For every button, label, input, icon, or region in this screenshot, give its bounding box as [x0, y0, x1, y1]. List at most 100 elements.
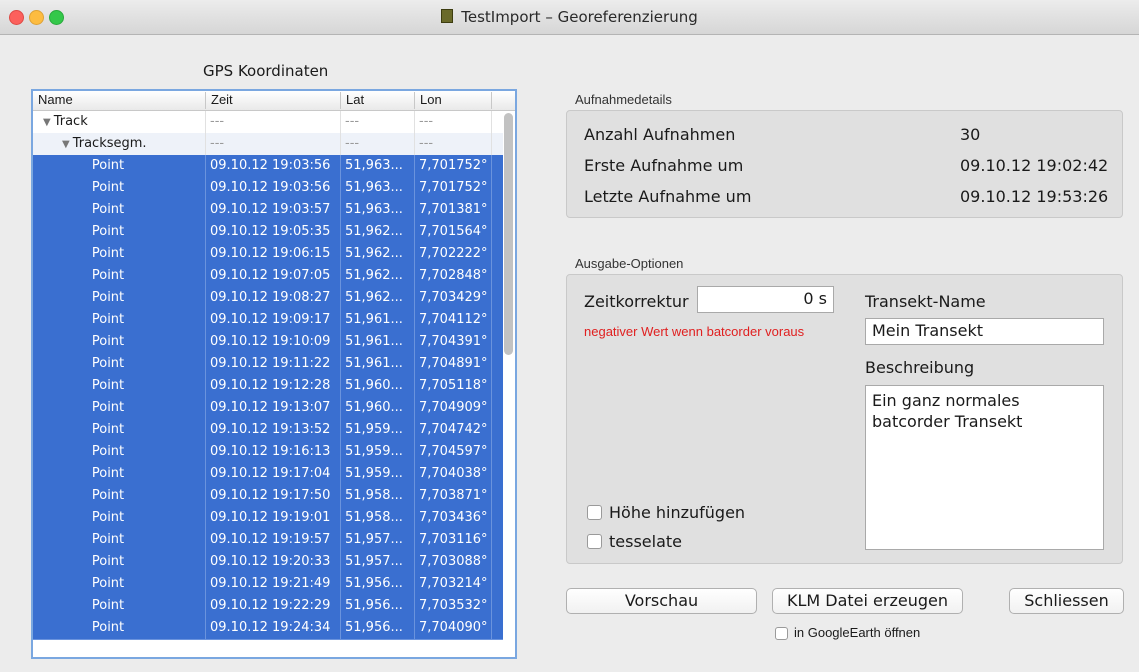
hoehe-checkbox[interactable] [587, 505, 602, 520]
table-row[interactable]: Point 09.10.12 19:24:34 51,956... 7,704090° [33, 617, 503, 640]
zeitkorrektur-input[interactable]: 0 s [697, 286, 834, 313]
table-row[interactable]: Point 09.10.12 19:22:29 51,956... 7,703532° [33, 595, 503, 618]
point-lon-cell: 7,701752° [415, 177, 492, 199]
point-zeit-cell: 09.10.12 19:10:09 [206, 331, 341, 353]
table-row[interactable]: Point 09.10.12 19:16:13 51,959... 7,704597° [33, 441, 503, 464]
table-row[interactable]: Point 09.10.12 19:17:50 51,958... 7,703871° [33, 485, 503, 508]
count-value: 30 [960, 125, 981, 144]
table-row[interactable]: Point 09.10.12 19:11:22 51,961... 7,704891° [33, 353, 503, 376]
column-header-lat[interactable]: Lat [341, 92, 415, 109]
point-lon-cell: 7,703116° [415, 529, 492, 551]
point-name-cell: Point [33, 463, 206, 485]
point-lon-cell: 7,704909° [415, 397, 492, 419]
point-lon-cell: 7,705118° [415, 375, 492, 397]
point-name-cell: Point [33, 265, 206, 287]
window-titlebar: TestImport – Georeferenzierung [0, 0, 1139, 35]
track-zeit-cell: --- [206, 111, 341, 133]
point-zeit-cell: 09.10.12 19:24:34 [206, 617, 341, 639]
segment-name-cell: ▼ Tracksegm. [33, 133, 206, 155]
track-name-text: Track [53, 114, 88, 129]
point-lat-cell: 51,959... [341, 441, 415, 463]
point-name-cell: Point [33, 353, 206, 375]
point-zeit-cell: 09.10.12 19:13:07 [206, 397, 341, 419]
point-lat-cell: 51,961... [341, 353, 415, 375]
point-lon-cell: 7,701564° [415, 221, 492, 243]
options-group-label: Ausgabe-Optionen [575, 256, 684, 271]
table-row[interactable]: Point 09.10.12 19:03:56 51,963... 7,701752° [33, 177, 503, 200]
beschreibung-textarea[interactable]: Ein ganz normales batcorder Transekt [865, 385, 1104, 550]
vorschau-button[interactable]: Vorschau [566, 588, 757, 614]
column-header-lon[interactable]: Lon [415, 92, 492, 109]
googleearth-checkbox[interactable] [775, 627, 788, 640]
table-row[interactable]: Point 09.10.12 19:17:04 51,959... 7,704038° [33, 463, 503, 486]
segment-zeit-cell: --- [206, 133, 341, 155]
point-zeit-cell: 09.10.12 19:03:56 [206, 155, 341, 177]
table-row[interactable]: Point 09.10.12 19:19:57 51,957... 7,703116° [33, 529, 503, 552]
beschreibung-label: Beschreibung [865, 358, 975, 377]
table-row[interactable]: Point 09.10.12 19:21:49 51,956... 7,703214° [33, 573, 503, 596]
table-row[interactable]: Point 09.10.12 19:20:33 51,957... 7,703088° [33, 551, 503, 574]
point-lon-cell: 7,704391° [415, 331, 492, 353]
point-name-cell: Point [33, 375, 206, 397]
point-lon-cell: 7,702848° [415, 265, 492, 287]
point-zeit-cell: 09.10.12 19:21:49 [206, 573, 341, 595]
point-name-cell: Point [33, 551, 206, 573]
point-zeit-cell: 09.10.12 19:06:15 [206, 243, 341, 265]
point-lat-cell: 51,962... [341, 265, 415, 287]
point-lat-cell: 51,956... [341, 573, 415, 595]
first-recording-label: Erste Aufnahme um [584, 156, 744, 175]
window-title-text: TestImport – Georeferenzierung [461, 8, 698, 26]
point-zeit-cell: 09.10.12 19:03:57 [206, 199, 341, 221]
klm-erzeugen-button[interactable]: KLM Datei erzeugen [772, 588, 963, 614]
disclosure-triangle-icon[interactable]: ▼ [43, 117, 51, 128]
table-row[interactable]: Point 09.10.12 19:05:35 51,962... 7,701564° [33, 221, 503, 244]
tesselate-checkbox[interactable] [587, 534, 602, 549]
table-scrollbar[interactable] [504, 113, 513, 355]
segment-lon-cell: --- [415, 133, 492, 155]
point-name-cell: Point [33, 331, 206, 353]
window-title: TestImport – Georeferenzierung [0, 8, 1139, 26]
table-row[interactable]: Point 09.10.12 19:19:01 51,958... 7,703436° [33, 507, 503, 530]
point-zeit-cell: 09.10.12 19:19:01 [206, 507, 341, 529]
table-row[interactable]: Point 09.10.12 19:03:56 51,963... 7,701752° [33, 155, 503, 178]
table-row[interactable]: Point 09.10.12 19:03:57 51,963... 7,701381° [33, 199, 503, 222]
point-lon-cell: 7,704597° [415, 441, 492, 463]
point-name-cell: Point [33, 419, 206, 441]
table-row[interactable]: Point 09.10.12 19:06:15 51,962... 7,702222° [33, 243, 503, 266]
point-lon-cell: 7,703436° [415, 507, 492, 529]
transekt-name-label: Transekt-Name [865, 292, 986, 311]
point-zeit-cell: 09.10.12 19:07:05 [206, 265, 341, 287]
details-group-label: Aufnahmedetails [575, 92, 672, 107]
tree-row-segment[interactable]: ▼ Tracksegm. --- --- --- [33, 133, 503, 155]
point-lon-cell: 7,704090° [415, 617, 492, 639]
point-lat-cell: 51,957... [341, 551, 415, 573]
table-row[interactable]: Point 09.10.12 19:07:05 51,962... 7,702848° [33, 265, 503, 288]
column-header-zeit[interactable]: Zeit [206, 92, 341, 109]
point-name-cell: Point [33, 595, 206, 617]
point-zeit-cell: 09.10.12 19:13:52 [206, 419, 341, 441]
zeitkorrektur-warning: negativer Wert wenn batcorder voraus [584, 324, 805, 339]
last-recording-label: Letzte Aufnahme um [584, 187, 752, 206]
table-row[interactable]: Point 09.10.12 19:12:28 51,960... 7,705118° [33, 375, 503, 398]
point-lon-cell: 7,704112° [415, 309, 492, 331]
schliessen-button[interactable]: Schliessen [1009, 588, 1124, 614]
transekt-name-input[interactable]: Mein Transekt [865, 318, 1104, 345]
point-name-cell: Point [33, 617, 206, 639]
gps-table[interactable]: Name Zeit Lat Lon ▼ Track --- --- --- ▼ Tracks… [31, 89, 517, 659]
tree-row-track[interactable]: ▼ Track --- --- --- [33, 111, 503, 133]
hoehe-label: Höhe hinzufügen [609, 503, 746, 522]
point-name-cell: Point [33, 177, 206, 199]
table-row[interactable]: Point 09.10.12 19:09:17 51,961... 7,704112° [33, 309, 503, 332]
table-row[interactable]: Point 09.10.12 19:13:07 51,960... 7,704909° [33, 397, 503, 420]
table-row[interactable]: Point 09.10.12 19:08:27 51,962... 7,703429° [33, 287, 503, 310]
column-header-name[interactable]: Name [33, 92, 206, 109]
point-zeit-cell: 09.10.12 19:08:27 [206, 287, 341, 309]
point-lat-cell: 51,963... [341, 155, 415, 177]
table-row[interactable]: Point 09.10.12 19:10:09 51,961... 7,704391° [33, 331, 503, 354]
disclosure-triangle-icon[interactable]: ▼ [62, 139, 70, 150]
table-header: Name Zeit Lat Lon [33, 91, 515, 111]
point-lat-cell: 51,963... [341, 177, 415, 199]
point-name-cell: Point [33, 397, 206, 419]
table-row[interactable]: Point 09.10.12 19:13:52 51,959... 7,704742° [33, 419, 503, 442]
point-name-cell: Point [33, 221, 206, 243]
